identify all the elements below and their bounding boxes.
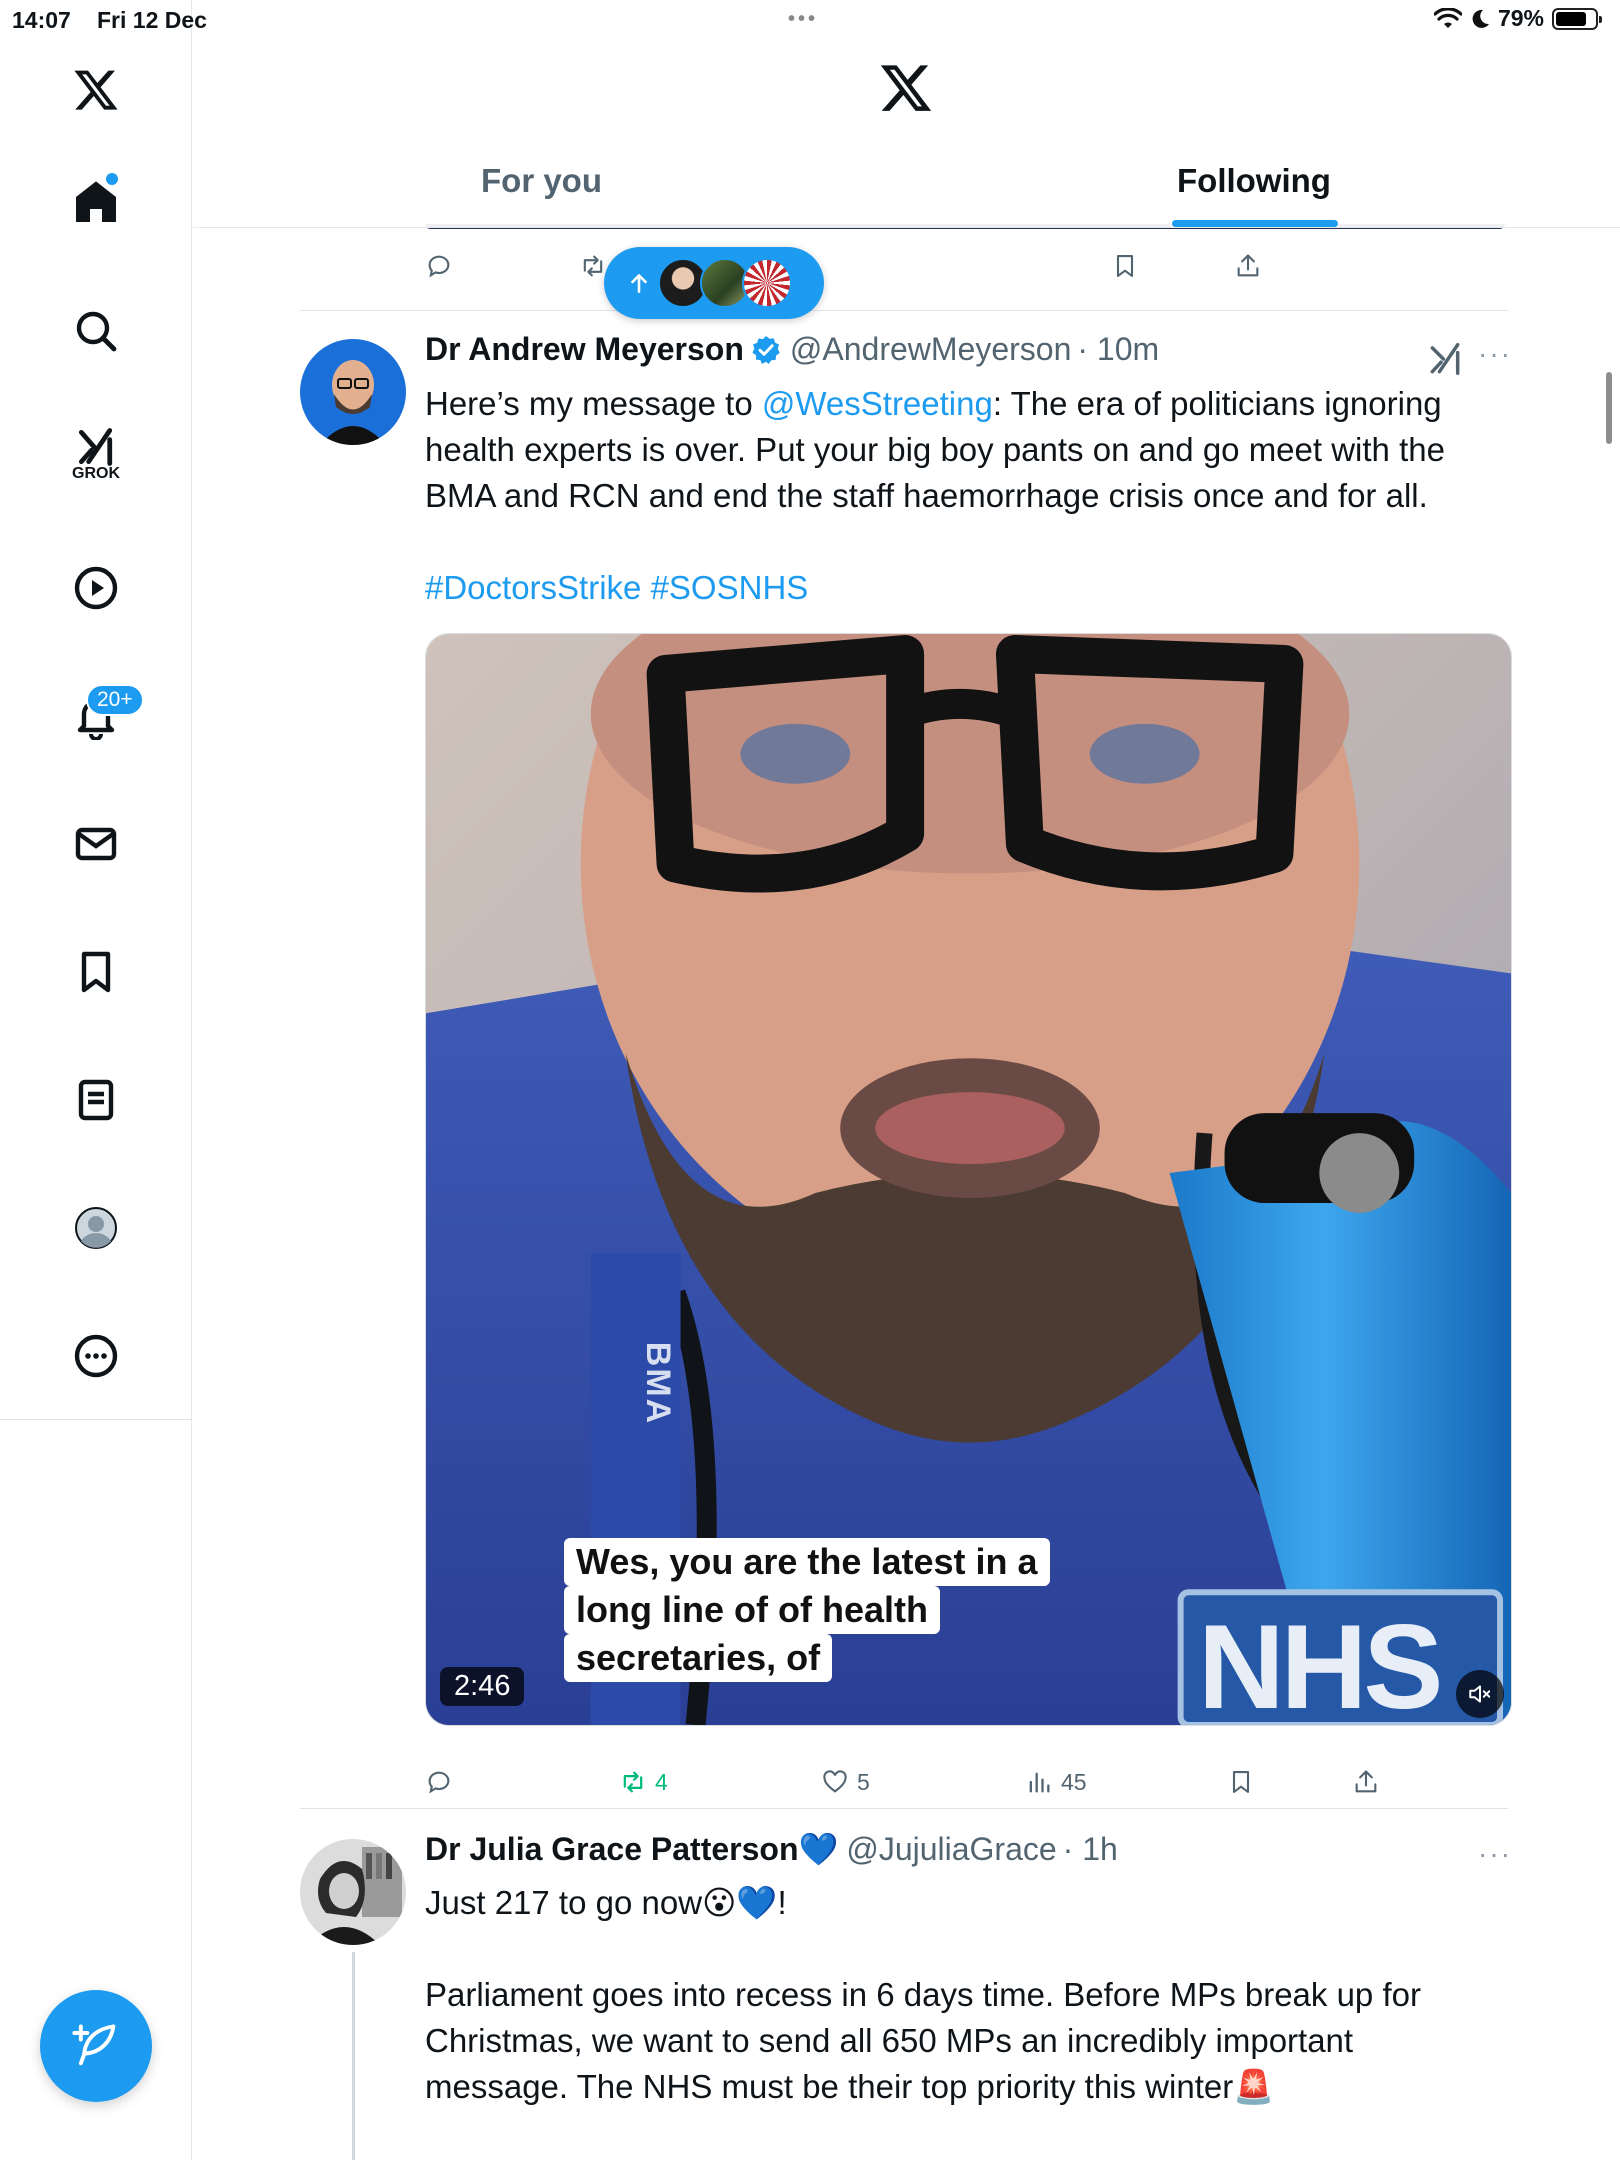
home-unread-dot <box>106 173 118 185</box>
tab-following[interactable]: Following <box>1177 162 1331 200</box>
author-handle[interactable]: @JujuliaGrace <box>846 1831 1056 1868</box>
bookmark-button[interactable] <box>1227 1768 1255 1796</box>
verified-badge-icon <box>752 335 780 364</box>
tweet-timestamp[interactable]: · 10m <box>1077 331 1159 368</box>
tweet-actions: 4 5 45 <box>425 1762 1377 1802</box>
profile-avatar-icon[interactable] <box>60 1192 132 1264</box>
lanyard-text: BMA <box>639 1341 678 1426</box>
new-posts-pill[interactable] <box>604 247 824 319</box>
battery-icon <box>1552 7 1602 30</box>
tweet-more-button[interactable]: ··· <box>1478 1838 1512 1870</box>
tweet-timestamp[interactable]: · 1h <box>1063 1831 1118 1868</box>
bookmark-icon <box>1116 255 1134 277</box>
reply-button[interactable] <box>425 252 453 280</box>
grok-label: GROK <box>72 465 120 482</box>
thread-connector-line <box>352 1952 355 2160</box>
status-time: 14:07 <box>12 7 71 33</box>
like-count: 5 <box>857 1768 870 1795</box>
share-button[interactable] <box>1352 1768 1380 1796</box>
reply-icon <box>428 255 450 278</box>
heart-icon <box>823 1770 847 1793</box>
x-logo-icon[interactable] <box>878 60 934 116</box>
home-icon[interactable] <box>60 166 132 238</box>
grok-explain-icon[interactable] <box>1426 340 1464 378</box>
video-duration: 2:46 <box>440 1667 525 1706</box>
scrollbar[interactable] <box>1606 372 1612 444</box>
tab-for-you[interactable]: For you <box>481 162 602 200</box>
avatar-julia-grace-patterson[interactable] <box>300 1839 406 1945</box>
tweet-video[interactable]: BMA NHS Wes, you are the latest in a lon… <box>425 633 1512 1726</box>
search-icon[interactable] <box>60 295 132 367</box>
lists-icon[interactable] <box>60 1064 132 1136</box>
retweet-icon <box>623 1771 643 1793</box>
speaker-muted-icon <box>1469 1685 1491 1703</box>
grok-icon[interactable]: GROK <box>60 418 132 490</box>
active-tab-indicator <box>1172 220 1338 227</box>
messages-envelope-icon[interactable] <box>60 808 132 880</box>
hashtags-link[interactable]: #DoctorsStrike #SOSNHS <box>425 565 1505 611</box>
multitasking-dots[interactable]: ••• <box>788 8 818 31</box>
share-icon <box>1237 254 1259 277</box>
caption-line: secretaries, of <box>564 1634 833 1682</box>
compose-post-button[interactable] <box>40 1990 152 2102</box>
tweet-text-line1: Just 217 to go now😮💙! <box>425 1884 787 1921</box>
sidebar: GROK 20+ <box>0 0 192 2160</box>
status-bar: 14:07 Fri 12 Dec ••• 79% <box>0 0 1620 40</box>
timeline-feed: 1 10 Dr Andrew Meyerson @AndrewMeyerson … <box>193 224 1620 2160</box>
bookmarks-icon[interactable] <box>60 936 132 1008</box>
bookmark-button[interactable] <box>1111 252 1139 280</box>
wifi-icon <box>1433 7 1462 28</box>
share-button[interactable] <box>1234 252 1262 280</box>
battery-percent: 79% <box>1497 5 1544 31</box>
retweet-button[interactable]: 4 <box>619 1768 668 1796</box>
share-icon <box>1355 1770 1377 1793</box>
sidebar-divider <box>0 1419 192 1420</box>
like-button[interactable]: 5 <box>821 1768 870 1796</box>
views-button[interactable]: 45 <box>1025 1768 1087 1796</box>
mention-link[interactable]: @WesStreeting <box>762 385 993 422</box>
caption-line: Wes, you are the latest in a <box>564 1538 1050 1586</box>
tweet-header: Dr Andrew Meyerson @AndrewMeyerson · 10m <box>425 331 1159 368</box>
tweet-text-body: Parliament goes into recess in 6 days ti… <box>425 1976 1421 2105</box>
caption-line: long line of of health <box>564 1586 940 1634</box>
tweet-more-button[interactable]: ··· <box>1478 338 1512 370</box>
video-caption: Wes, you are the latest in a long line o… <box>564 1538 1050 1682</box>
video-play-icon[interactable] <box>60 552 132 624</box>
tweet-text: Here’s my message to @WesStreeting: The … <box>425 381 1505 519</box>
x-logo-icon[interactable] <box>60 54 132 126</box>
status-date: Fri 12 Dec <box>97 7 207 33</box>
author-name[interactable]: Dr Andrew Meyerson <box>425 331 744 368</box>
tweet-separator <box>300 1808 1508 1809</box>
tweet-separator <box>300 310 1508 311</box>
author-name[interactable]: Dr Julia Grace Patterson <box>425 1831 798 1868</box>
tweet-text-prefix: Here’s my message to <box>425 385 762 422</box>
views-count: 45 <box>1061 1768 1087 1795</box>
bottle-logo-text: NHS <box>1198 1600 1443 1726</box>
new-post-avatar <box>742 258 792 308</box>
bookmark-icon <box>1232 1771 1250 1793</box>
retweet-icon <box>583 255 603 277</box>
moon-icon <box>1472 9 1489 28</box>
arrow-up-icon <box>631 274 647 293</box>
author-handle[interactable]: @AndrewMeyerson <box>790 331 1071 368</box>
retweet-count: 4 <box>655 1768 668 1795</box>
tweet-header: Dr Julia Grace Patterson 💙 @JujuliaGrace… <box>425 1830 1118 1868</box>
notifications-badge: 20+ <box>86 684 144 716</box>
mute-button[interactable] <box>1456 1670 1504 1718</box>
views-bar-chart-icon <box>1029 1772 1050 1793</box>
reply-button[interactable] <box>425 1768 453 1796</box>
compose-feather-icon <box>72 2024 116 2066</box>
reply-icon <box>428 1771 450 1794</box>
name-emoji: 💙 <box>798 1831 839 1867</box>
more-options-icon[interactable] <box>60 1320 132 1392</box>
avatar-andrew-meyerson[interactable] <box>300 339 406 445</box>
